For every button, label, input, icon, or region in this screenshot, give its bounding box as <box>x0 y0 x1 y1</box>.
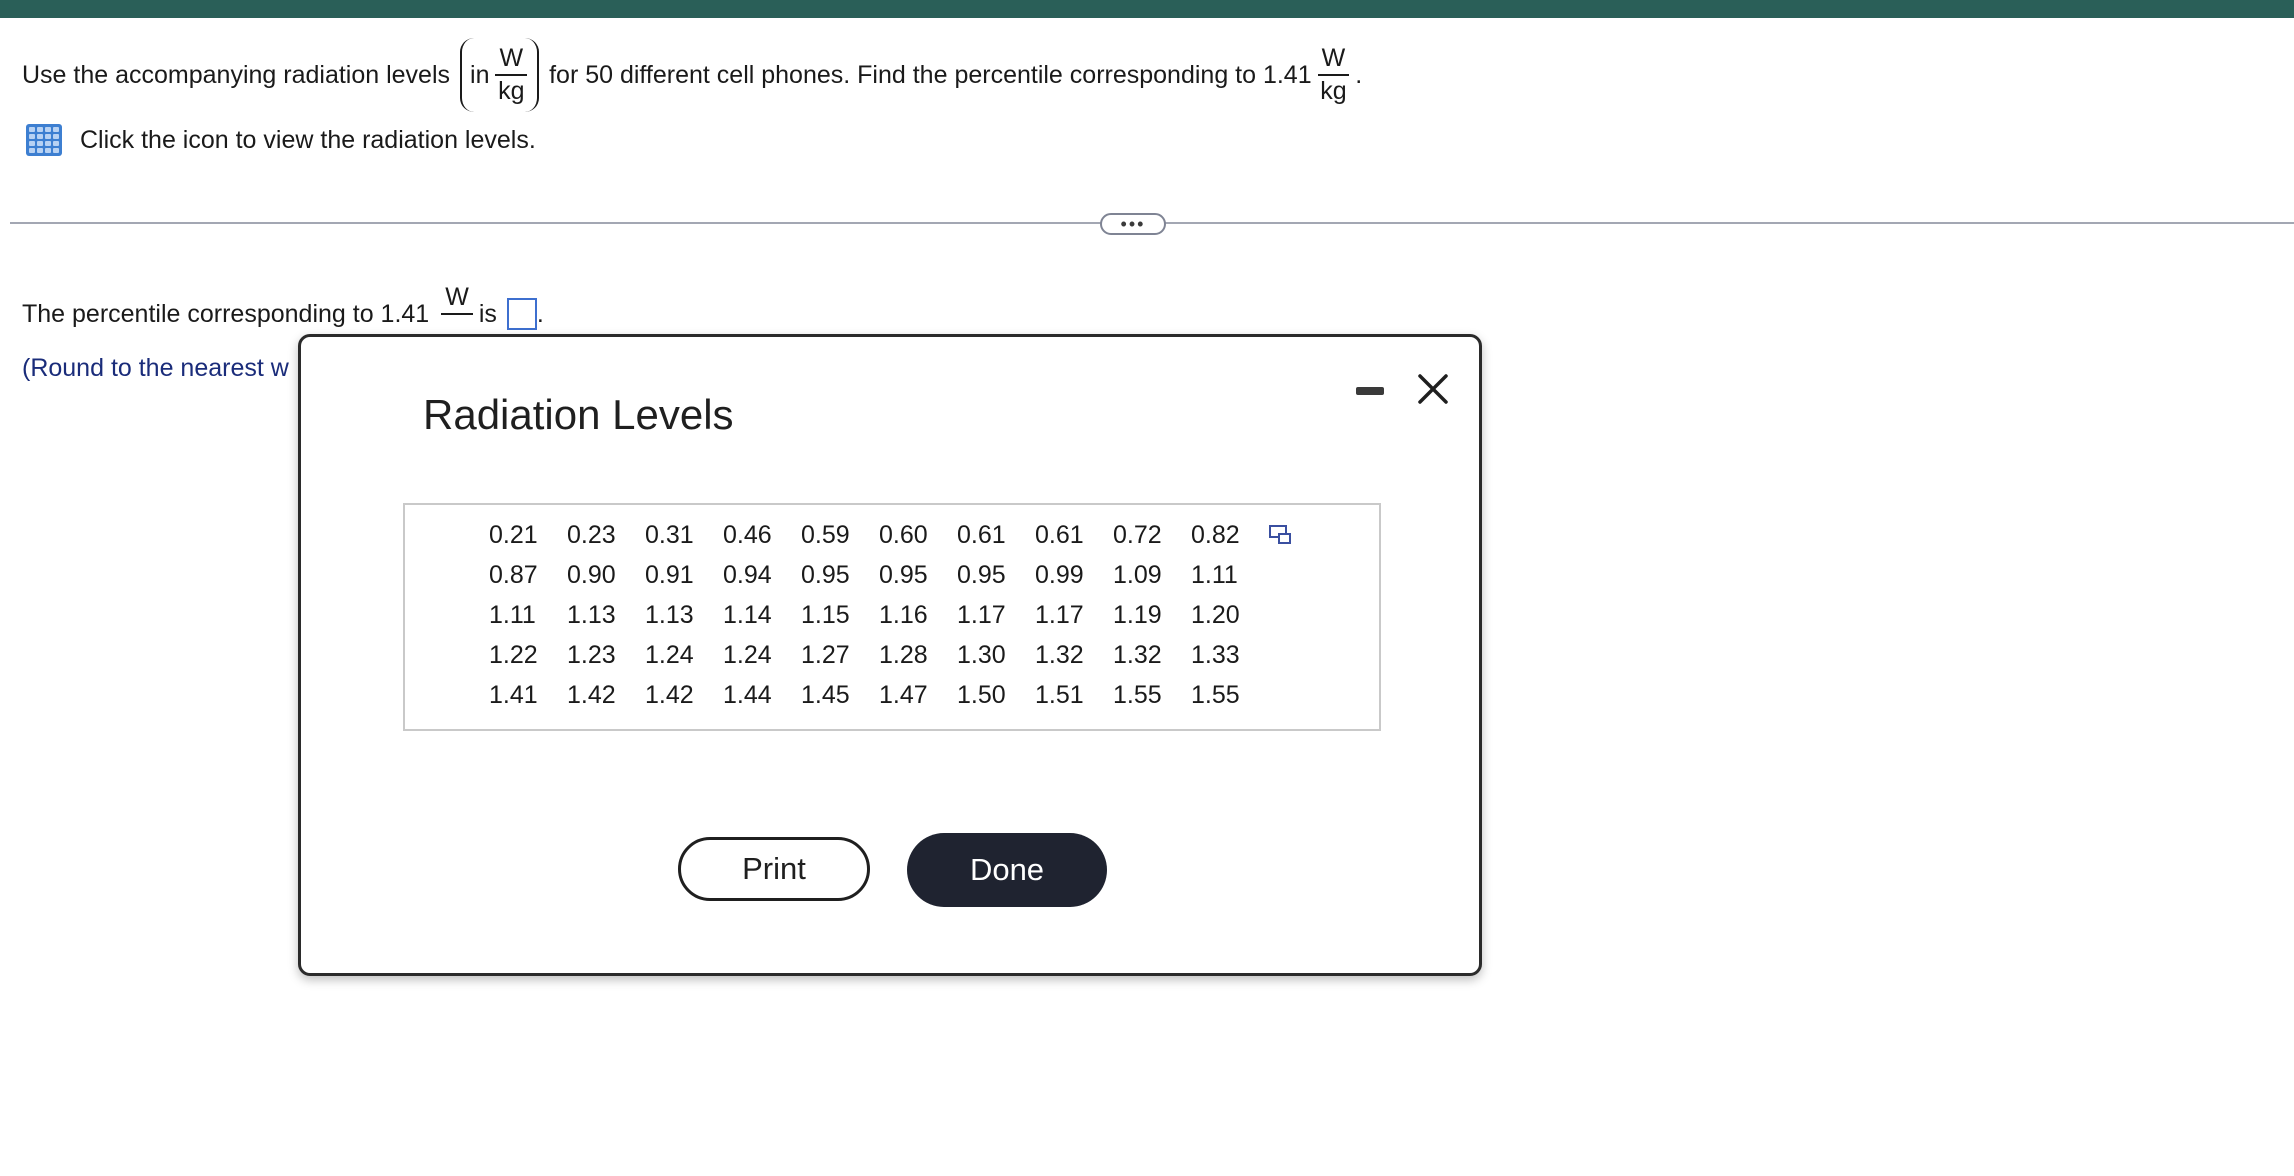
table-cell: 1.32 <box>1035 640 1084 669</box>
table-cell: 0.23 <box>567 520 616 549</box>
table-cell: 1.23 <box>567 640 616 669</box>
table-cell: 0.95 <box>957 560 1006 589</box>
table-cell: 1.33 <box>1191 640 1240 669</box>
table-cell: 1.27 <box>801 640 850 669</box>
table-row: 1.41 1.42 1.42 1.44 1.45 1.47 1.50 1.51 1.55 1.55 <box>489 675 1269 715</box>
view-data-line: Click the icon to view the radiation lev… <box>26 124 536 156</box>
table-cell: 1.28 <box>879 640 928 669</box>
radiation-data-table: 0.21 0.23 0.31 0.46 0.59 0.60 0.61 0.61 0.72 0.82… <box>489 515 1269 715</box>
table-cell: 1.42 <box>567 680 616 709</box>
unit-fraction-end: W kg <box>1317 46 1350 105</box>
table-cell: 0.91 <box>645 560 694 589</box>
table-cell: 0.94 <box>723 560 772 589</box>
radiation-levels-dialog: Radiation Levels 0.21 0.23 0.31 0.46 0.59 0.6… <box>298 334 1482 976</box>
table-cell: 0.95 <box>801 560 850 589</box>
table-cell: 0.95 <box>879 560 928 589</box>
table-cell: 1.24 <box>723 640 772 669</box>
close-icon[interactable] <box>1415 371 1451 407</box>
table-cell: 1.17 <box>957 600 1006 629</box>
table-cell: 1.45 <box>801 680 850 709</box>
table-cell: 1.24 <box>645 640 694 669</box>
table-cell: 1.19 <box>1113 600 1162 629</box>
table-cell: 1.55 <box>1113 680 1162 709</box>
table-row: 1.11 1.13 1.13 1.14 1.15 1.16 1.17 1.17 1.19 1.20 <box>489 595 1269 635</box>
answer-end: . <box>536 299 544 328</box>
table-cell: 0.72 <box>1113 520 1162 549</box>
dialog-title: Radiation Levels <box>423 391 734 438</box>
answer-input[interactable] <box>506 298 537 330</box>
table-cell: 1.11 <box>1191 560 1238 589</box>
table-cell: 1.55 <box>1191 680 1240 709</box>
table-cell: 0.90 <box>567 560 616 589</box>
unit-numerator-end: W <box>1317 46 1350 76</box>
table-cell: 1.13 <box>567 600 616 629</box>
done-button[interactable]: Done <box>907 833 1107 907</box>
table-cell: 1.11 <box>489 600 536 629</box>
question-text: Use the accompanying radiation levels in… <box>22 38 1362 112</box>
unit-prefix: in <box>470 60 490 89</box>
table-cell: 1.20 <box>1191 600 1240 629</box>
view-data-text: Click the icon to view the radiation lev… <box>80 125 536 154</box>
table-cell: 0.21 <box>489 520 538 549</box>
table-cell: 0.61 <box>957 520 1006 549</box>
table-cell: 0.31 <box>645 520 694 549</box>
table-cell: 1.09 <box>1113 560 1162 589</box>
table-row: 0.87 0.90 0.91 0.94 0.95 0.95 0.95 0.99 1.09 1.11 <box>489 555 1269 595</box>
answer-prefix: The percentile corresponding to 1.41 <box>22 299 430 328</box>
unit-denominator-end: kg <box>1320 77 1347 105</box>
table-row: 1.22 1.23 1.24 1.24 1.27 1.28 1.30 1.32 1.32 1.33 <box>489 635 1269 675</box>
expand-button[interactable]: ••• <box>1100 213 1166 235</box>
table-cell: 0.46 <box>723 520 772 549</box>
unit-denominator: kg <box>498 77 525 105</box>
question-text-middle: for 50 different cell phones. Find the p… <box>549 60 1312 89</box>
table-cell: 0.59 <box>801 520 850 549</box>
table-cell: 0.61 <box>1035 520 1084 549</box>
table-cell: 1.15 <box>801 600 850 629</box>
table-cell: 1.44 <box>723 680 772 709</box>
answer-suffix: is <box>478 299 497 328</box>
table-cell: 1.22 <box>489 640 538 669</box>
table-cell: 1.16 <box>879 600 928 629</box>
table-cell: 1.13 <box>645 600 694 629</box>
data-table-icon[interactable] <box>26 124 62 156</box>
answer-unit-numerator: W <box>441 285 473 315</box>
table-cell: 1.32 <box>1113 640 1162 669</box>
question-text-before: Use the accompanying radiation levels <box>22 60 451 89</box>
table-cell: 1.14 <box>723 600 772 629</box>
table-cell: 1.47 <box>879 680 928 709</box>
data-table-container: 0.21 0.23 0.31 0.46 0.59 0.60 0.61 0.61 0.72 0.82… <box>403 503 1381 731</box>
table-cell: 1.30 <box>957 640 1006 669</box>
table-cell: 0.60 <box>879 520 928 549</box>
round-hint: (Round to the nearest w <box>22 354 289 382</box>
table-cell: 0.82 <box>1191 520 1240 549</box>
table-row: 0.21 0.23 0.31 0.46 0.59 0.60 0.61 0.61 0.72 0.82 <box>489 515 1269 555</box>
question-end-punct: . <box>1355 60 1363 89</box>
unit-fraction: W kg <box>495 46 528 105</box>
copy-icon[interactable] <box>1269 525 1293 545</box>
unit-numerator: W <box>495 46 528 76</box>
table-cell: 1.41 <box>489 680 538 709</box>
top-bar <box>0 0 2294 18</box>
unit-parenthesis: in W kg <box>460 38 540 112</box>
table-cell: 0.87 <box>489 560 538 589</box>
table-cell: 1.50 <box>957 680 1006 709</box>
minimize-icon[interactable] <box>1356 387 1384 395</box>
table-cell: 1.17 <box>1035 600 1084 629</box>
print-button[interactable]: Print <box>678 837 870 901</box>
table-cell: 1.42 <box>645 680 694 709</box>
table-cell: 0.99 <box>1035 560 1084 589</box>
table-cell: 1.51 <box>1035 680 1084 709</box>
